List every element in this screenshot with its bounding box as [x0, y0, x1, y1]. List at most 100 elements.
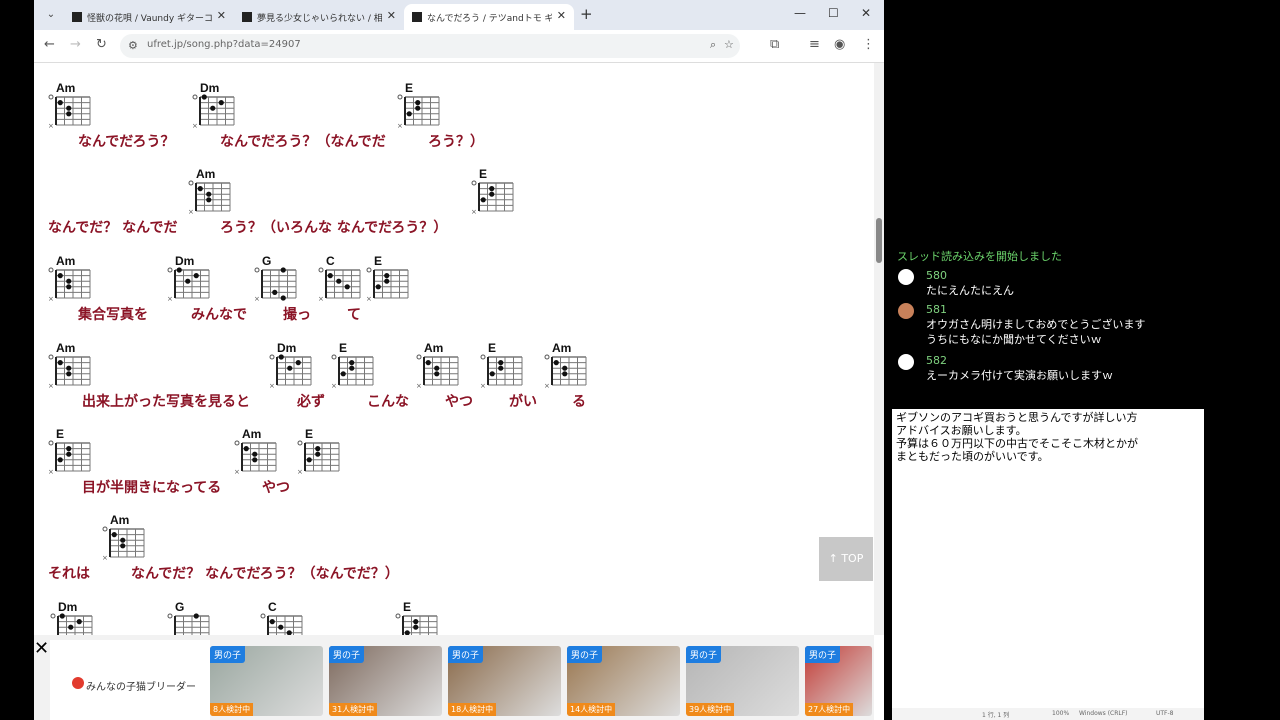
new-tab-button[interactable]: + — [580, 5, 593, 23]
lyric-text: 出来上がった写真を見ると — [82, 394, 250, 410]
site-info-icon[interactable]: ⚙ — [128, 39, 138, 52]
chord-am[interactable]: Am × — [416, 341, 462, 390]
chord-am[interactable]: Am × — [234, 427, 280, 476]
chord-name: Am — [56, 81, 76, 95]
svg-text:×: × — [480, 382, 486, 390]
tab-3-active[interactable]: なんでだろう / テツandトモ ギターコード ✕ — [404, 4, 574, 30]
tab-1[interactable]: 怪獣の花唄 / Vaundy ギターコード/ウクレレ ✕ — [64, 4, 234, 30]
svg-text:×: × — [269, 382, 275, 390]
chord-diagram: × — [416, 354, 459, 390]
chord-e[interactable]: E× — [395, 600, 441, 635]
chord-e[interactable]: E× — [471, 167, 517, 216]
svg-text:×: × — [167, 295, 173, 303]
encoding: UTF-8 — [1156, 710, 1174, 717]
chord-g[interactable]: G× — [167, 600, 213, 635]
url-text[interactable]: ufret.jp/song.php?data=24907 — [147, 39, 301, 50]
finger-dot — [489, 371, 495, 377]
chord-diagram: × — [331, 354, 374, 390]
close-window-button[interactable]: ✕ — [861, 6, 871, 20]
chord-diagram: × — [48, 267, 91, 303]
lyric-text: それは — [48, 566, 90, 582]
profile-icon[interactable]: ◉ — [834, 37, 845, 52]
finger-dot — [434, 365, 440, 371]
close-tab-icon[interactable]: ✕ — [217, 9, 226, 22]
chord-dm[interactable]: Dm× — [50, 600, 96, 635]
chord-dm[interactable]: Dm× — [167, 254, 213, 303]
forward-icon[interactable]: → — [70, 37, 81, 52]
chord-c[interactable]: C× — [318, 254, 364, 303]
ad-brand-logo[interactable]: みんなの子猫ブリーダー — [50, 640, 210, 720]
kitten-card[interactable]: 男の子 8人検討中 — [210, 646, 323, 716]
chord-e[interactable]: E× — [366, 254, 412, 303]
lyric-text: なんでだ？ なんでだ — [48, 220, 178, 236]
kitten-card[interactable]: 男の子 31人検討中 — [329, 646, 442, 716]
chord-diagram: × — [318, 267, 361, 303]
chord-diagram: × — [395, 613, 438, 635]
tab-search-icon[interactable]: ⌄ — [42, 6, 60, 24]
finger-dot — [66, 105, 72, 111]
chord-name: Am — [196, 167, 216, 181]
notepad-text[interactable]: ギブソンのアコギ買おうと思うんですが詳しい方 アドバイスお願いします。 予算は６… — [896, 411, 1138, 463]
svg-text:×: × — [331, 382, 337, 390]
svg-text:×: × — [416, 382, 422, 390]
chord-am[interactable]: Am × — [102, 513, 148, 562]
gender-badge: 男の子 — [686, 646, 722, 663]
zoom-icon[interactable]: ⌕ — [710, 38, 716, 52]
reload-icon[interactable]: ↻ — [96, 37, 107, 52]
chord-e[interactable]: E× — [331, 341, 377, 390]
close-tab-icon[interactable]: ✕ — [387, 9, 396, 22]
kitten-card[interactable]: 男の子 27人検討中 — [805, 646, 872, 716]
chord-e[interactable]: E× — [297, 427, 343, 476]
back-to-top-button[interactable]: ↑ TOP — [819, 537, 873, 581]
chord-name: Dm — [58, 600, 78, 614]
bookmark-star-icon[interactable]: ☆ — [724, 38, 734, 51]
page-scrollbar[interactable] — [874, 63, 884, 635]
tab-title: なんでだろう / テツandトモ ギターコード — [427, 14, 552, 24]
finger-dot — [57, 360, 63, 366]
finger-dot — [295, 360, 301, 366]
kitten-card[interactable]: 男の子 39人検討中 — [686, 646, 799, 716]
chord-e[interactable]: E× — [48, 427, 94, 476]
finger-dot — [315, 446, 321, 452]
chord-e[interactable]: E× — [480, 341, 526, 390]
finger-dot — [349, 360, 355, 366]
chord-e[interactable]: E× — [397, 81, 443, 130]
chord-dm[interactable]: Dm× — [192, 81, 238, 130]
minimize-button[interactable]: — — [794, 6, 806, 20]
close-tab-icon[interactable]: ✕ — [557, 9, 566, 22]
finger-dot — [243, 446, 249, 452]
tab-2[interactable]: 夢見る少女じゃいられない / 相川七瀬 ✕ — [234, 4, 404, 30]
chord-am[interactable]: Am × — [48, 341, 94, 390]
address-bar[interactable]: ⚙ ufret.jp/song.php?data=24907 ⌕ ☆ — [120, 34, 740, 58]
back-icon[interactable]: ← — [44, 37, 55, 52]
kitten-card[interactable]: 男の子 14人検討中 — [567, 646, 680, 716]
svg-text:×: × — [318, 295, 324, 303]
scrollbar-thumb[interactable] — [876, 218, 882, 263]
chord-dm[interactable]: Dm× — [269, 341, 315, 390]
finger-dot — [66, 446, 72, 452]
svg-text:×: × — [48, 122, 54, 130]
ad-close-icon[interactable]: ✕ — [34, 638, 49, 659]
chord-am[interactable]: Am × — [48, 81, 94, 130]
lyric-text: みんなで — [191, 307, 247, 323]
site-favicon-icon — [412, 12, 422, 22]
lyric-text: 必ず — [297, 394, 325, 410]
notepad-window[interactable]: ギブソンのアコギ買おうと思うんですが詳しい方 アドバイスお願いします。 予算は６… — [892, 409, 1204, 720]
interest-count: 31人検討中 — [329, 703, 378, 716]
brand-logo-icon — [72, 677, 84, 689]
kitten-card[interactable]: 男の子 18人検討中 — [448, 646, 561, 716]
media-controls-icon[interactable]: ≡ — [809, 37, 820, 52]
chord-am[interactable]: Am × — [544, 341, 590, 390]
finger-dot — [269, 619, 275, 625]
gender-badge: 男の子 — [329, 646, 365, 663]
chord-am[interactable]: Am × — [188, 167, 234, 216]
chord-am[interactable]: Am × — [48, 254, 94, 303]
tab-strip: ⌄ 怪獣の花唄 / Vaundy ギターコード/ウクレレ ✕ 夢見る少女じゃいら… — [34, 0, 884, 30]
menu-icon[interactable]: ⋮ — [862, 37, 875, 52]
extensions-icon[interactable]: ⧉ — [770, 37, 779, 52]
chord-c[interactable]: C× — [260, 600, 306, 635]
message-number: 582 — [926, 354, 947, 367]
maximize-button[interactable]: ☐ — [828, 6, 839, 20]
lyric-text: 目が半開きになってる — [82, 480, 222, 496]
chord-g[interactable]: G× — [254, 254, 300, 303]
